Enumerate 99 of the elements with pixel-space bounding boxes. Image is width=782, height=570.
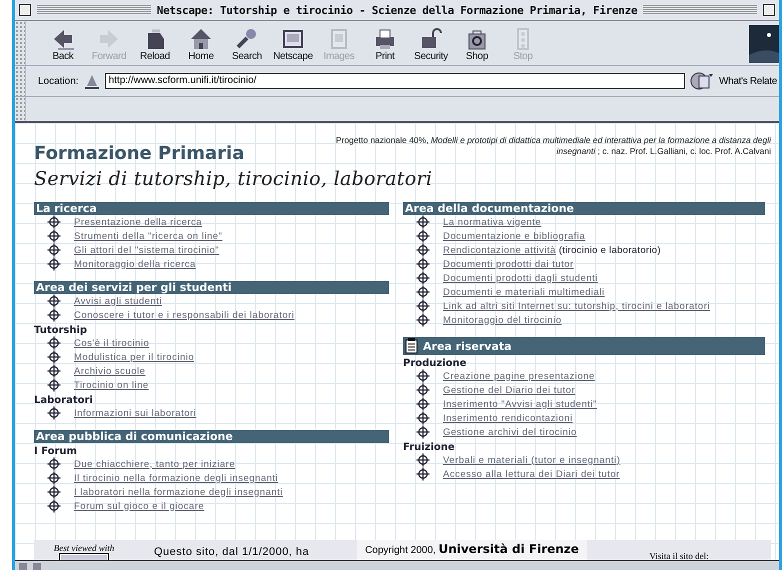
toolbar-grip[interactable]	[15, 97, 26, 121]
crosshair-icon	[416, 215, 430, 229]
crosshair-icon	[47, 257, 61, 271]
shop-button[interactable]: Shop	[454, 24, 500, 62]
netscape-button[interactable]: Netscape	[270, 24, 316, 62]
link[interactable]: Creazione pagine presentazione	[443, 370, 595, 382]
site-title: Formazione Primaria	[34, 143, 244, 164]
link[interactable]: Presentazione della ricerca	[74, 216, 202, 228]
link[interactable]: Strumenti della "ricerca on line"	[74, 230, 222, 242]
crosshair-icon	[47, 229, 61, 243]
section-title: Area dei servizi per gli studenti	[36, 281, 232, 294]
crosshair-icon	[47, 471, 61, 485]
visit-label: Visita il sito del:	[648, 551, 710, 560]
crosshair-icon	[416, 229, 430, 243]
link[interactable]: Cos'è il tirocinio	[74, 338, 150, 348]
crosshair-icon	[47, 485, 61, 499]
toolbar-grip[interactable]	[15, 21, 26, 65]
link[interactable]: Gli attori del "sistema tirocinio"	[74, 244, 220, 256]
crosshair-icon	[47, 499, 61, 513]
group-label: I Forum	[34, 446, 78, 457]
section-title: Area riservata	[423, 340, 512, 352]
link[interactable]: Tirocinio on line	[74, 380, 149, 390]
visit-counter: Questo sito, dal 1/1/2000, ha	[154, 546, 310, 558]
link[interactable]: Monitoraggio della ricerca	[74, 258, 196, 270]
link[interactable]: Documentazione e bibliografia	[443, 230, 586, 242]
crosshair-icon	[416, 383, 430, 397]
group-label: Produzione	[403, 358, 468, 369]
crosshair-icon	[47, 406, 61, 420]
crosshair-icon	[416, 411, 430, 425]
link[interactable]: Verbali e materiali (tutor e insegnanti)	[443, 454, 620, 466]
print-button[interactable]: Print	[362, 24, 408, 62]
crosshair-icon	[416, 453, 430, 467]
link[interactable]: Inserimento "Avvisi agli studenti"	[443, 398, 597, 410]
reload-button[interactable]: Reload	[132, 24, 178, 62]
security-button[interactable]: Security	[408, 24, 454, 62]
location-label: Location:	[38, 76, 79, 86]
link[interactable]: Accesso alla lettura dei Diari dei tutor	[443, 468, 620, 480]
link[interactable]: Gestione del Diario dei tutor	[443, 384, 576, 396]
logo-icon	[749, 25, 779, 63]
crosshair-icon	[47, 294, 61, 308]
section-title: Area pubblica di comunicazione	[36, 430, 233, 443]
link[interactable]: Link ad altri siti Internet su: tutorship, tirocini e laboratori	[443, 300, 710, 312]
crosshair-icon	[416, 369, 430, 383]
crosshair-icon	[47, 364, 61, 378]
section-title: Area della documentazione	[405, 202, 574, 215]
crosshair-icon	[416, 397, 430, 411]
link[interactable]: I laboratori nella formazione degli insegnanti	[74, 486, 283, 498]
crosshair-icon	[47, 308, 61, 322]
toolbar-grip[interactable]	[15, 66, 26, 96]
best-viewed-label: Best viewed with	[54, 543, 114, 553]
link[interactable]: Avvisi agli studenti	[74, 296, 162, 306]
crosshair-icon	[416, 313, 430, 327]
notepad-icon	[405, 338, 419, 354]
link[interactable]: Forum sul gioco e il giocare	[74, 500, 204, 512]
link[interactable]: Documenti e materiali multimediali	[443, 286, 605, 298]
link[interactable]: Rendicontazione attività	[443, 244, 556, 256]
copyright: Copyright 2000, Università di Firenze	[364, 542, 580, 556]
whats-related-button[interactable]: What's Relate	[718, 76, 777, 86]
page-heading: Servizi di tutorship, tirocinio, laboratori	[34, 168, 434, 190]
link[interactable]: Modulistica per il tirocinio	[74, 352, 194, 362]
url-field[interactable]: http://www.scform.unifi.it/tirocinio/	[104, 73, 685, 89]
link[interactable]: Documenti prodotti dai tutor	[443, 258, 574, 270]
group-label: Tutorship	[34, 325, 88, 336]
crosshair-icon	[416, 467, 430, 481]
link[interactable]: La normativa vigente	[443, 216, 542, 228]
project-note: Progetto nazionale 40%, Modelli e prototipi di didattica multimediale ed interattiva per la formazione a distanza degli insegnanti ; c. naz. Prof. L.Galliani, c. loc. Prof. A.Calvani	[334, 135, 771, 158]
crosshair-icon	[47, 378, 61, 392]
crosshair-icon	[416, 243, 430, 257]
window-title: Netscape: Tutorship e tirocinio - Scienze della Formazione Primaria, Firenze	[156, 4, 638, 16]
home-button[interactable]: Home	[178, 24, 224, 62]
crosshair-icon	[47, 457, 61, 471]
link[interactable]: Archivio scuole	[74, 366, 146, 376]
status-icons-icon	[19, 563, 41, 570]
back-button[interactable]: Back	[40, 24, 86, 62]
zoom-box[interactable]	[763, 4, 776, 16]
crosshair-icon	[416, 425, 430, 439]
link[interactable]: Documenti prodotti dagli studenti	[443, 272, 598, 284]
crosshair-icon	[416, 257, 430, 271]
link[interactable]: Il tirocinio nella formazione degli insegnanti	[74, 472, 278, 484]
link[interactable]: Conoscere i tutor e i responsabili dei laboratori	[74, 310, 294, 320]
crosshair-icon	[47, 350, 61, 364]
group-label: Fruizione	[403, 442, 456, 453]
link-note: (tirocinio e laboratorio)	[558, 244, 661, 256]
crosshair-icon	[47, 215, 61, 229]
close-box[interactable]	[19, 4, 31, 16]
link[interactable]: Informazioni sui laboratori	[74, 408, 196, 418]
search-button[interactable]: Search	[224, 24, 270, 62]
globe-icon	[688, 71, 715, 91]
crosshair-icon	[416, 271, 430, 285]
crosshair-icon	[416, 299, 430, 313]
link[interactable]: Gestione archivi del tirocinio	[443, 426, 577, 438]
crosshair-icon	[47, 243, 61, 257]
section-title: La ricerca	[36, 202, 97, 215]
link[interactable]: Inserimento rendicontazioni	[443, 412, 573, 424]
group-label: Laboratori	[34, 395, 94, 406]
crosshair-icon	[416, 285, 430, 299]
link[interactable]: Monitoraggio del tirocinio	[443, 314, 562, 326]
link[interactable]: Due chiacchiere, tanto per iniziare	[74, 458, 236, 470]
crosshair-icon	[47, 336, 61, 350]
